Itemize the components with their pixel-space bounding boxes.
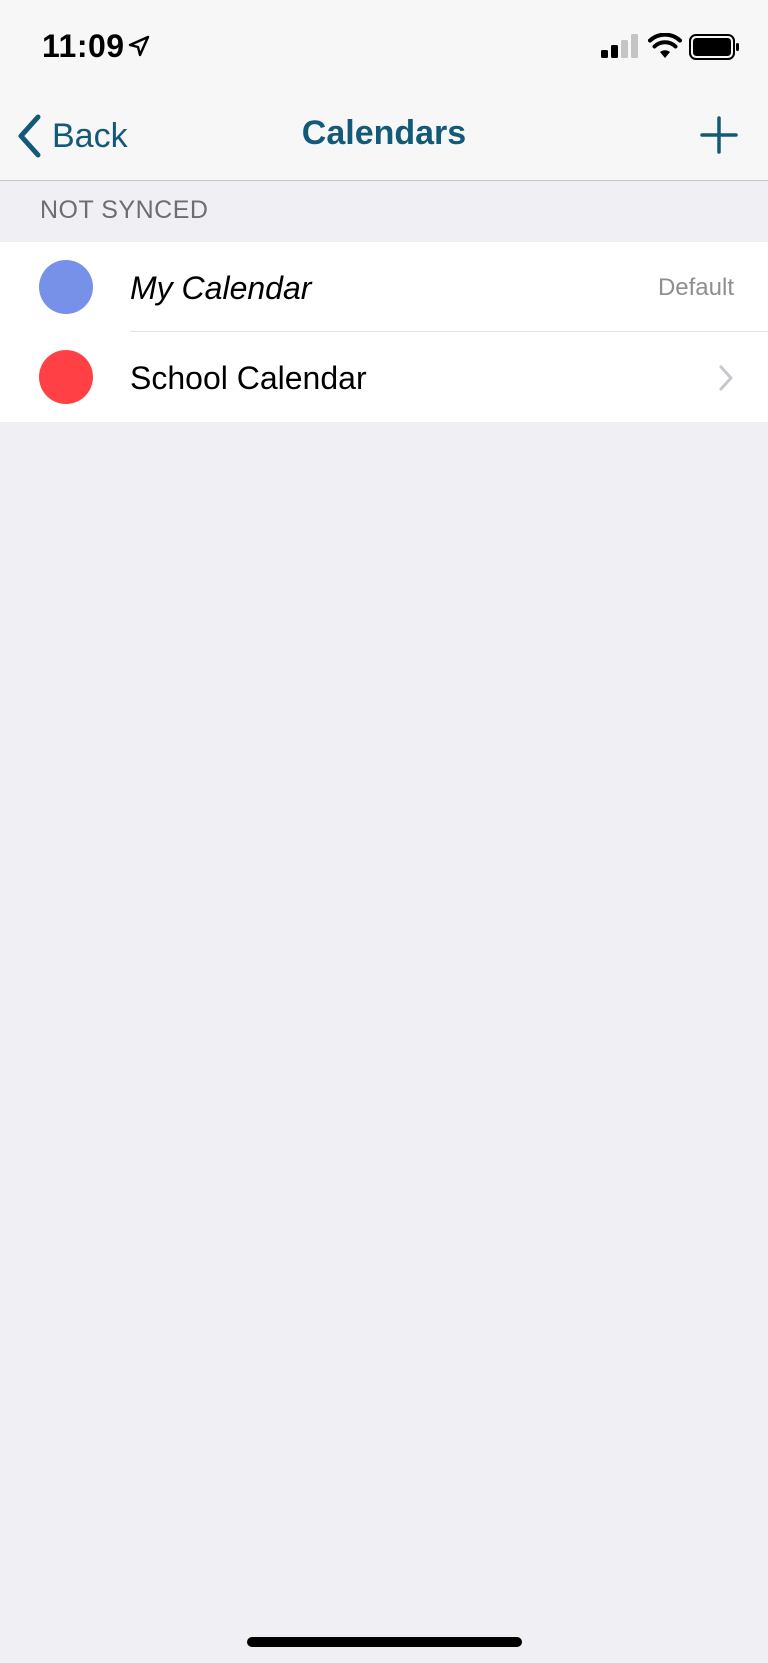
- cellular-signal-icon: [601, 34, 638, 58]
- chevron-right-icon: [719, 365, 733, 391]
- home-indicator[interactable]: [247, 1637, 522, 1647]
- calendar-color-dot: [39, 350, 93, 404]
- navigation-bar: Back Calendars: [0, 90, 768, 181]
- location-arrow-icon: [128, 35, 150, 57]
- calendar-list: My Calendar Default School Calendar: [0, 242, 768, 422]
- status-bar: 11:09: [0, 0, 768, 90]
- calendar-row-my-calendar[interactable]: My Calendar Default: [0, 242, 768, 332]
- battery-icon: [689, 34, 739, 60]
- page-title: Calendars: [301, 114, 467, 152]
- calendar-row-school-calendar[interactable]: School Calendar: [0, 332, 768, 422]
- status-time: 11:09: [42, 28, 125, 64]
- section-header: NOT SYNCED: [40, 196, 209, 224]
- wifi-icon: [648, 33, 682, 58]
- calendar-name: School Calendar: [130, 360, 367, 396]
- plus-icon[interactable]: [700, 116, 738, 154]
- calendar-name: My Calendar: [130, 270, 312, 306]
- calendar-color-dot: [39, 260, 93, 314]
- default-badge: Default: [657, 274, 734, 301]
